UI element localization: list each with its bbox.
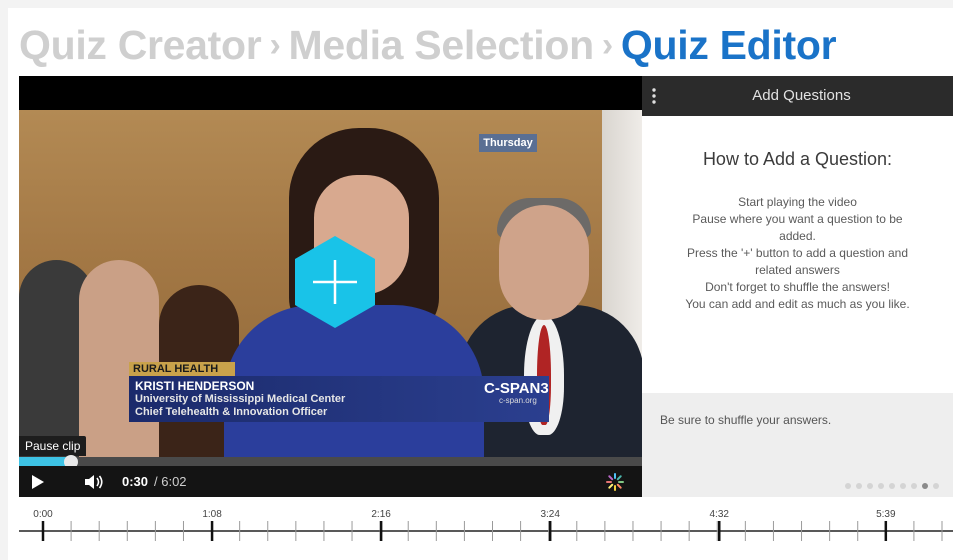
speaker-affiliation: University of Mississippi Medical Center bbox=[135, 393, 346, 405]
play-button[interactable] bbox=[27, 472, 47, 492]
timeline-label: 4:32 bbox=[709, 509, 729, 520]
menu-button[interactable] bbox=[648, 86, 660, 106]
tip-text: Be sure to shuffle your answers. bbox=[660, 413, 832, 427]
topic-tag: RURAL HEALTH bbox=[129, 362, 235, 376]
pause-clip-button[interactable]: Pause clip bbox=[19, 436, 87, 456]
instruction-item: You can add and edit as much as you like… bbox=[685, 297, 910, 311]
total-time: / 6:02 bbox=[154, 474, 187, 489]
current-time: 0:30 bbox=[122, 474, 149, 489]
network-logo: C-SPAN3 bbox=[484, 380, 549, 397]
breadcrumb-separator: › bbox=[601, 25, 613, 64]
speaker-role: Chief Telehealth & Innovation Officer bbox=[135, 406, 328, 418]
breadcrumb-separator: › bbox=[269, 25, 281, 64]
control-bar: 0:30 / 6:02 bbox=[19, 466, 642, 497]
instruction-item: Pause where you want a question to be ad… bbox=[692, 212, 903, 243]
day-badge: Thursday bbox=[479, 134, 537, 152]
play-icon bbox=[32, 475, 44, 489]
pagination-dot[interactable] bbox=[900, 483, 906, 489]
pagination-dot[interactable] bbox=[856, 483, 862, 489]
timeline-label: 3:24 bbox=[540, 509, 560, 520]
questions-panel-header: Add Questions bbox=[642, 76, 953, 116]
breadcrumb: Quiz Creator › Media Selection › Quiz Ed… bbox=[19, 21, 837, 69]
questions-panel: Add Questions How to Add a Question: Sta… bbox=[642, 76, 953, 497]
pagination-dot[interactable] bbox=[845, 483, 851, 489]
progress-fill bbox=[19, 457, 71, 466]
speaker-name: KRISTI HENDERSON bbox=[135, 379, 255, 393]
network-url: c-span.org bbox=[499, 396, 537, 405]
breadcrumb-step-media-selection[interactable]: Media Selection bbox=[288, 22, 594, 69]
timeline-ruler[interactable]: 0:00 1:08 2:16 3:24 4:32 5:39 bbox=[19, 500, 953, 550]
pagination-dot[interactable] bbox=[878, 483, 884, 489]
volume-button[interactable] bbox=[83, 472, 105, 492]
instructions-list: Start playing the video Pause where you … bbox=[682, 194, 913, 313]
breadcrumb-step-quiz-creator[interactable]: Quiz Creator bbox=[19, 22, 262, 69]
pagination-dot[interactable] bbox=[911, 483, 917, 489]
spinner-icon bbox=[606, 473, 624, 491]
timeline-scale bbox=[19, 521, 953, 541]
pagination-dot[interactable] bbox=[867, 483, 873, 489]
instruction-item: Don't forget to shuffle the answers! bbox=[705, 280, 890, 294]
pagination-dot[interactable] bbox=[922, 483, 928, 489]
timeline-label: 0:00 bbox=[33, 509, 53, 520]
instructions-heading: How to Add a Question: bbox=[702, 149, 893, 169]
timeline-label: 5:39 bbox=[876, 509, 896, 520]
timeline-label: 1:08 bbox=[202, 509, 222, 520]
timeline-label: 2:16 bbox=[371, 509, 391, 520]
questions-panel-title: Add Questions bbox=[752, 87, 851, 104]
video-player[interactable]: Thursday RURAL HEALTH KRISTI HENDERSON U… bbox=[19, 76, 642, 497]
man-face bbox=[499, 205, 589, 320]
instruction-item: Press the '+' button to add a question a… bbox=[686, 246, 909, 277]
breadcrumb-step-quiz-editor: Quiz Editor bbox=[620, 21, 837, 68]
instruction-item: Start playing the video bbox=[738, 195, 857, 209]
volume-icon bbox=[85, 475, 103, 489]
vertical-dots-icon bbox=[652, 88, 656, 104]
pagination-dot[interactable] bbox=[889, 483, 895, 489]
tip-pagination bbox=[845, 483, 939, 489]
add-question-button[interactable] bbox=[293, 234, 377, 330]
tip-box: Be sure to shuffle your answers. bbox=[642, 393, 953, 497]
progress-track[interactable] bbox=[19, 457, 642, 466]
pagination-dot[interactable] bbox=[933, 483, 939, 489]
